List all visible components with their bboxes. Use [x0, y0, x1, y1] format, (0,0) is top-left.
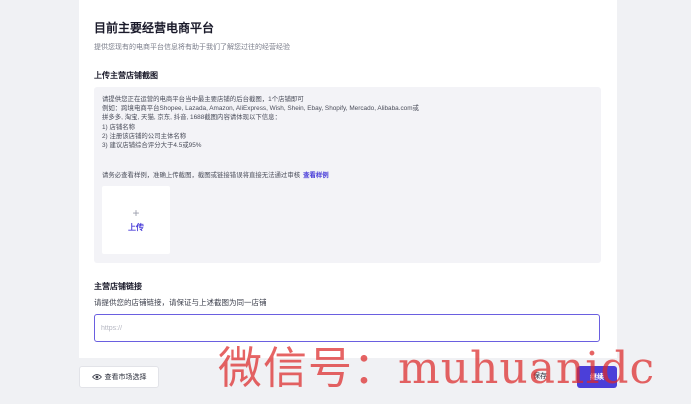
page: 目前主要经营电商平台 提供您现有的电商平台信息将有助于我们了解您过往的经营经验 … — [0, 0, 691, 404]
form-card: 目前主要经营电商平台 提供您现有的电商平台信息将有助于我们了解您过往的经营经验 … — [79, 0, 617, 358]
instruction-line: 3) 建议店铺综合评分大于4.5或95% — [102, 142, 202, 150]
shop-url-input[interactable] — [94, 314, 600, 342]
instruction-line: 2) 注册该店铺的公司主体名称 — [102, 132, 187, 140]
platform-section-subtitle: 提供您现有的电商平台信息将有助于我们了解您过往的经营经验 — [94, 44, 290, 51]
platform-section-title: 目前主要经营电商平台 — [94, 21, 215, 35]
view-market-button[interactable]: 查看市场选择 — [79, 366, 159, 388]
instruction-line: 1) 店铺名称 — [102, 123, 136, 131]
link-section-title: 主营店铺链接 — [94, 282, 142, 291]
instruction-line: 拼多多, 淘宝, 天猫, 京东, 抖音, 1688截图内容请体现以下信息： — [102, 114, 281, 122]
upload-hint-text: 请务必查看样例，准确上传截图，截图或链接错误将直接无法通过审核 — [102, 172, 301, 179]
upload-instructions: 请提供您正在运营的电商平台当中最主要店铺的后台截图，1个店铺即可 例如：跨境电商… — [102, 95, 592, 150]
continue-button[interactable]: 继续 — [577, 366, 617, 388]
upload-label: 上传 — [128, 223, 144, 232]
upload-section-title: 上传主营店铺截图 — [94, 71, 158, 80]
link-section-description: 请提供您的店铺链接，请保证与上述截图为同一店铺 — [94, 298, 267, 307]
save-button[interactable]: 保存 — [533, 368, 547, 386]
eye-icon — [91, 374, 102, 380]
instruction-line: 请提供您正在运营的电商平台当中最主要店铺的后台截图，1个店铺即可 — [102, 96, 304, 103]
view-sample-link[interactable]: 查看样例 — [303, 172, 329, 179]
upload-hint: 请务必查看样例，准确上传截图，截图或链接错误将直接无法通过审核 查看样例 — [102, 170, 329, 179]
upload-button[interactable]: + 上传 — [102, 186, 170, 254]
view-market-label: 查看市场选择 — [104, 374, 147, 381]
plus-icon: + — [132, 206, 140, 220]
instruction-line: 例如：跨境电商平台Shopee, Lazada, Amazon, AliExpr… — [102, 105, 419, 113]
upload-panel: 请提供您正在运营的电商平台当中最主要店铺的后台截图，1个店铺即可 例如：跨境电商… — [94, 87, 601, 263]
